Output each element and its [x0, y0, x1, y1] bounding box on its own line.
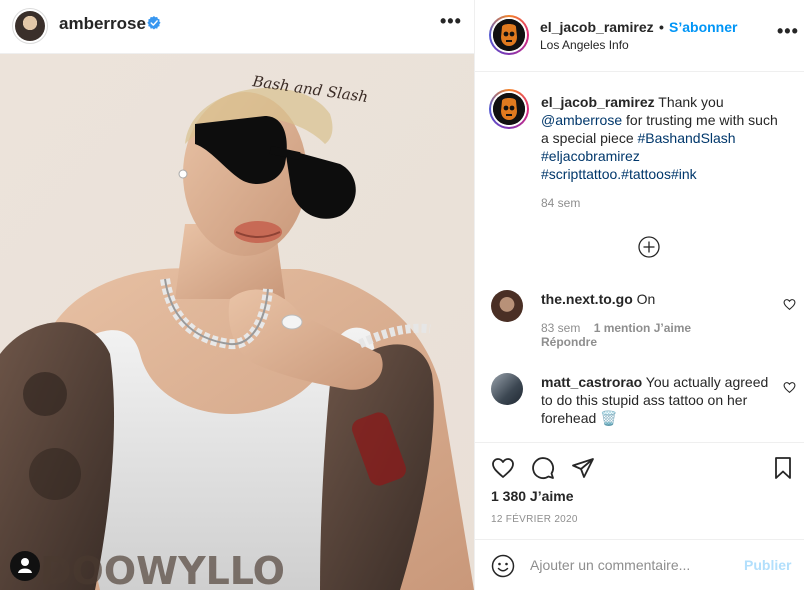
post-photo-illustration: Bash and Slash DOOWYLLO: [0, 54, 474, 590]
comment-icon[interactable]: [531, 456, 555, 480]
commenter-avatar[interactable]: [491, 373, 523, 405]
post-header: el_jacob_ramirez • S’abonner Los Angeles…: [475, 0, 804, 72]
post-options-button-right[interactable]: •••: [777, 21, 799, 42]
load-more-comments-icon[interactable]: [638, 236, 660, 258]
verified-badge-icon: [147, 16, 161, 30]
svg-text:DOOWYLLO: DOOWYLLO: [40, 549, 285, 590]
poster-username[interactable]: el_jacob_ramirez: [540, 19, 654, 35]
comment-body: On: [636, 291, 656, 307]
tagged-users-button[interactable]: [10, 551, 40, 581]
post-author-header: amberrose •••: [0, 0, 474, 54]
poster-avatar[interactable]: [489, 15, 529, 55]
commenter-avatar[interactable]: [491, 290, 523, 322]
author-username[interactable]: amberrose: [59, 14, 146, 34]
post-details-pane: el_jacob_ramirez • S’abonner Los Angeles…: [474, 0, 804, 590]
hashtag-link[interactable]: #scripttattoo.#tattoos#ink: [541, 166, 697, 182]
caption-username[interactable]: el_jacob_ramirez: [541, 94, 655, 110]
comment-input[interactable]: [530, 552, 730, 578]
comment-timestamp[interactable]: 83 sem: [541, 321, 580, 335]
likes-count[interactable]: 1 380 J’aime: [491, 488, 574, 504]
comment-likes[interactable]: 1 mention J’aime: [594, 321, 691, 335]
post-caption: el_jacob_ramirez Thank you @amberrose fo…: [541, 93, 789, 183]
heart-icon[interactable]: [783, 298, 796, 311]
comment-text: the.next.to.go On: [541, 290, 769, 308]
skull-logo-icon: [493, 19, 525, 51]
follow-button[interactable]: S’abonner: [669, 19, 737, 35]
commenter-username[interactable]: the.next.to.go: [541, 291, 633, 307]
like-heart-icon[interactable]: [491, 456, 515, 480]
commenter-username[interactable]: matt_castrorao: [541, 374, 642, 390]
comment-text: matt_castrorao You actually agreed to do…: [541, 373, 769, 427]
hashtag-link[interactable]: #eljacobramirez: [541, 148, 640, 164]
post-date: 12 FÉVRIER 2020: [491, 514, 578, 525]
emoji-icon[interactable]: [491, 554, 515, 578]
reply-button[interactable]: Répondre: [541, 335, 597, 349]
caption-avatar[interactable]: [489, 89, 529, 129]
mention-link[interactable]: @amberrose: [541, 112, 622, 128]
comment-emoji: 🗑️: [600, 410, 618, 426]
add-comment-bar: Publier: [475, 539, 804, 590]
post-options-button[interactable]: •••: [440, 11, 462, 32]
divider: [475, 442, 804, 443]
skull-logo-icon: [493, 93, 525, 125]
header-separator: •: [659, 19, 664, 35]
share-icon[interactable]: [571, 456, 595, 480]
post-media-pane: amberrose ••• Bash and Slash DOOWYLLO: [0, 0, 474, 590]
hashtag-link[interactable]: #BashandSlash: [638, 130, 736, 146]
caption-timestamp[interactable]: 84 sem: [541, 196, 580, 210]
caption-text-1: Thank you: [654, 94, 724, 110]
bookmark-icon[interactable]: [771, 456, 795, 480]
heart-icon[interactable]: [783, 381, 796, 394]
comment-meta: 83 sem 1 mention J’aime: [541, 321, 691, 335]
author-avatar[interactable]: [12, 8, 48, 44]
user-icon: [18, 558, 32, 573]
post-photo[interactable]: Bash and Slash DOOWYLLO: [0, 54, 474, 590]
location-link[interactable]: Los Angeles Info: [540, 38, 629, 52]
publish-button[interactable]: Publier: [744, 557, 791, 573]
